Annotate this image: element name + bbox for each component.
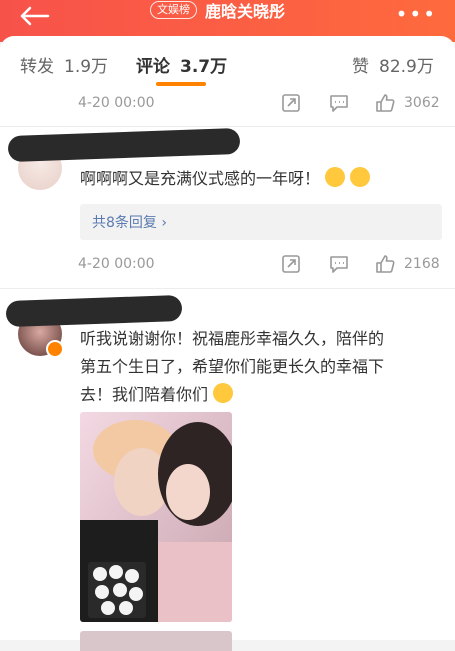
back-arrow-icon[interactable] [18, 6, 50, 26]
comment-action-row: 4-20 00:00 3062 [0, 91, 455, 117]
like-icon[interactable] [375, 93, 395, 113]
comment-text: 听我说谢谢你！祝福鹿彤幸福久久，陪伴的 第五个生日了，希望你们能更长久的幸福下 … [80, 325, 384, 409]
tab-comments-count: 3.7万 [180, 57, 228, 77]
tab-comments-label: 评论 [136, 57, 170, 77]
tab-bar: 转发 1.9万 评论 3.7万 赞 82.9万 [0, 36, 455, 90]
like-icon[interactable] [375, 254, 395, 274]
comment-line: 听我说谢谢你！祝福鹿彤幸福久久，陪伴的 [80, 329, 385, 348]
tab-likes[interactable]: 赞 82.9万 [352, 52, 434, 77]
comment-action-row: 4-20 00:00 2168 [0, 252, 455, 278]
comment-icon[interactable] [329, 93, 349, 113]
tab-repost[interactable]: 转发 1.9万 [20, 52, 108, 77]
emoji-icon [325, 167, 346, 187]
page-title: 鹿晗关晓彤 [205, 2, 286, 21]
emoji-icon [213, 383, 234, 403]
category-tag[interactable]: 文娱榜 [150, 1, 197, 19]
more-icon[interactable]: ••• [396, 2, 437, 26]
tab-likes-count: 82.9万 [379, 57, 434, 77]
comment-line: 去！我们陪着你们 [80, 385, 209, 404]
photo-image [80, 412, 232, 622]
tab-comments[interactable]: 评论 3.7万 [136, 52, 227, 77]
like-count: 2168 [404, 256, 440, 272]
comments-card: 转发 1.9万 评论 3.7万 赞 82.9万 4-20 00:00 3062 [0, 36, 455, 651]
comment-date: 4-20 00:00 [78, 95, 155, 111]
share-icon[interactable] [281, 254, 301, 274]
comment-date: 4-20 00:00 [78, 256, 155, 272]
emoji-icon [350, 167, 371, 187]
comment-line: 第五个生日了，希望你们能更长久的幸福下 [80, 357, 385, 376]
verified-badge-icon [46, 340, 64, 358]
divider [0, 288, 455, 289]
comment-line-last: 去！我们陪着你们 [80, 381, 384, 409]
header-title: 文娱榜 鹿晗关晓彤 [150, 0, 286, 21]
divider [0, 126, 455, 127]
comment-photo[interactable] [80, 631, 232, 651]
comment-text: 啊啊啊又是充满仪式感的一年呀！ [80, 165, 371, 193]
tab-active-indicator [156, 82, 206, 86]
replies-link[interactable]: 共8条回复 › [80, 204, 442, 240]
username-redacted [7, 127, 241, 163]
share-icon[interactable] [281, 93, 301, 113]
username-redacted [5, 294, 183, 328]
replies-count: 共8条回复 › [92, 215, 167, 231]
comment-photo[interactable] [80, 412, 232, 622]
tab-repost-count: 1.9万 [64, 57, 109, 77]
tab-repost-label: 转发 [20, 57, 54, 77]
like-count: 3062 [404, 95, 440, 111]
tab-likes-label: 赞 [352, 57, 369, 77]
comment-text-content: 啊啊啊又是充满仪式感的一年呀！ [80, 169, 321, 188]
comment-icon[interactable] [329, 254, 349, 274]
